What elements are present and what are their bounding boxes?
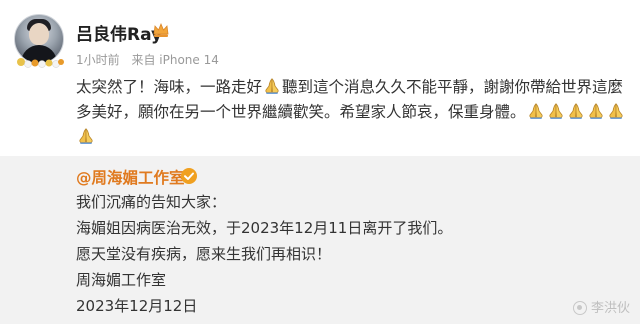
post-header: 吕良伟Ray 1小时前 来自 iPhone 14: [0, 0, 640, 80]
repost-line: 我们沉痛的告知大家：: [76, 193, 227, 211]
repost-line: 2023年12月12日: [76, 297, 198, 315]
repost-author[interactable]: @周海媚工作室: [76, 166, 185, 188]
watermark: 李洪伙: [572, 297, 630, 316]
pray-icon: [587, 102, 605, 120]
post-source: 来自 iPhone 14: [131, 53, 219, 67]
verified-icon: [181, 168, 197, 184]
pray-icon: [607, 102, 625, 120]
repost-line: 海媚姐因病医治无效，于2023年12月11日离开了我们。: [76, 219, 453, 237]
pray-icon: [263, 77, 281, 95]
pray-icon: [567, 102, 585, 120]
pray-icon: [547, 102, 565, 120]
post-text-part2: 聽到這个消息久久不能平靜，謝謝你帶給世界這麼: [282, 78, 624, 96]
repost-line: 愿天堂没有疾病，愿来生我们再相识！: [76, 245, 332, 263]
post-meta: 1小时前 来自 iPhone 14: [76, 51, 227, 68]
crown-icon: [153, 22, 169, 37]
pray-icon: [77, 127, 95, 145]
watermark-text: 李洪伙: [590, 301, 630, 316]
pray-icon: [527, 102, 545, 120]
author-name[interactable]: 吕良伟Ray: [76, 20, 162, 45]
watermark-icon: [572, 301, 587, 315]
post-text: 太突然了！海味，一路走好 聽到這个消息久久不能平靜，謝謝你帶給世界這麼多美好，願你…: [76, 75, 632, 150]
repost-line: 周海媚工作室: [76, 271, 167, 289]
post-time[interactable]: 1小时前: [76, 53, 120, 67]
repost-card[interactable]: @周海媚工作室 我们沉痛的告知大家： 海媚姐因病医治无效，于2023年12月11…: [0, 156, 640, 324]
post-text-part3: 多美好，願你在另一个世界繼續歡笑。希望家人節哀，保重身體。: [76, 103, 526, 121]
avatar-flower-wreath-icon: [17, 58, 64, 68]
avatar[interactable]: [14, 14, 64, 68]
post-text-part1: 太突然了！海味，一路走好: [76, 78, 263, 96]
